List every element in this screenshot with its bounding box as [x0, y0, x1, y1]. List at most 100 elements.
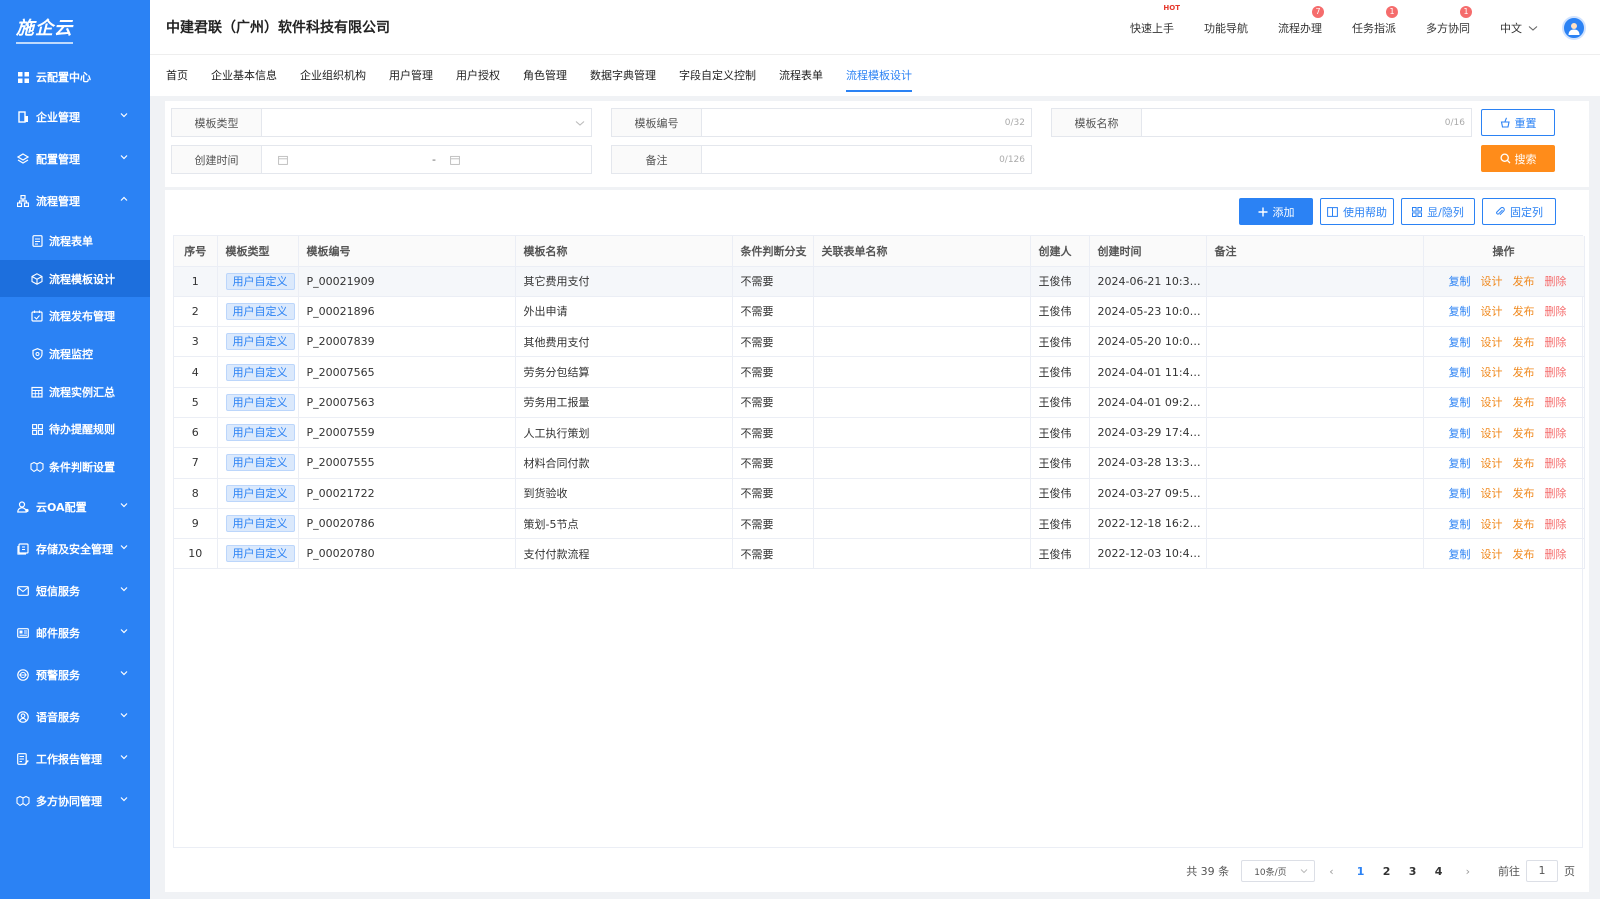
tab-field-control[interactable]: 字段自定义控制: [679, 55, 756, 96]
delete-button[interactable]: 删除: [1545, 455, 1567, 471]
delete-button[interactable]: 删除: [1545, 485, 1567, 501]
delete-button[interactable]: 删除: [1545, 394, 1567, 410]
publish-button[interactable]: 发布: [1513, 364, 1535, 380]
copy-button[interactable]: 复制: [1449, 334, 1471, 350]
publish-button[interactable]: 发布: [1513, 425, 1535, 441]
quick-start-button[interactable]: 快速上手 HOT: [1130, 4, 1180, 36]
design-button[interactable]: 设计: [1481, 334, 1503, 350]
function-nav-button[interactable]: 功能导航: [1204, 20, 1248, 36]
design-button[interactable]: 设计: [1481, 394, 1503, 410]
language-select[interactable]: 中文: [1500, 20, 1538, 36]
page-2-button[interactable]: 2: [1374, 865, 1400, 878]
tab-template-design[interactable]: 流程模板设计: [846, 55, 912, 96]
design-button[interactable]: 设计: [1481, 303, 1503, 319]
copy-button[interactable]: 复制: [1449, 273, 1471, 289]
sidebar-item-config-center[interactable]: 云配置中心: [0, 58, 150, 96]
design-button[interactable]: 设计: [1481, 546, 1503, 562]
page-4-button[interactable]: 4: [1426, 865, 1452, 878]
table-row[interactable]: 4 用户自定义 P_20007565 劳务分包结算 不需要 王俊伟 2024-04-01 1…: [174, 356, 1585, 388]
next-page-icon[interactable]: ›: [1466, 865, 1470, 878]
tab-roles[interactable]: 角色管理: [523, 55, 567, 96]
publish-button[interactable]: 发布: [1513, 485, 1535, 501]
toggle-columns-button[interactable]: 显/隐列: [1401, 198, 1475, 225]
copy-button[interactable]: 复制: [1449, 485, 1471, 501]
delete-button[interactable]: 删除: [1545, 334, 1567, 350]
reset-button[interactable]: 重置: [1481, 109, 1555, 136]
design-button[interactable]: 设计: [1481, 455, 1503, 471]
sidebar-subitem-instances[interactable]: 流程实例汇总: [0, 373, 150, 411]
copy-button[interactable]: 复制: [1449, 364, 1471, 380]
help-button[interactable]: 使用帮助: [1320, 198, 1394, 225]
sidebar-item-storage[interactable]: 存储及安全管理: [0, 528, 150, 570]
delete-button[interactable]: 删除: [1545, 516, 1567, 532]
table-row[interactable]: 5 用户自定义 P_20007563 劳务用工报量 不需要 王俊伟 2024-04-01 0…: [174, 387, 1585, 418]
delete-button[interactable]: 删除: [1545, 364, 1567, 380]
template-name-input[interactable]: 0/16: [1142, 109, 1471, 136]
tab-enterprise-info[interactable]: 企业基本信息: [211, 55, 277, 96]
publish-button[interactable]: 发布: [1513, 516, 1535, 532]
tab-users[interactable]: 用户管理: [389, 55, 433, 96]
sidebar-item-config[interactable]: 配置管理: [0, 138, 150, 180]
add-button[interactable]: 添加: [1239, 198, 1313, 225]
page-1-button[interactable]: 1: [1348, 865, 1374, 878]
copy-button[interactable]: 复制: [1449, 546, 1471, 562]
template-code-input[interactable]: 0/32: [702, 109, 1031, 136]
design-button[interactable]: 设计: [1481, 364, 1503, 380]
sidebar-item-voice[interactable]: 语音服务: [0, 696, 150, 738]
page-size-select[interactable]: 10条/页: [1241, 860, 1316, 882]
copy-button[interactable]: 复制: [1449, 425, 1471, 441]
logo[interactable]: 施企云: [0, 0, 150, 58]
publish-button[interactable]: 发布: [1513, 394, 1535, 410]
tab-dictionary[interactable]: 数据字典管理: [590, 55, 656, 96]
sidebar-subitem-monitor[interactable]: 流程监控: [0, 335, 150, 373]
tab-org[interactable]: 企业组织机构: [300, 55, 366, 96]
sidebar-item-report[interactable]: 工作报告管理: [0, 738, 150, 780]
table-row[interactable]: 1 用户自定义 P_00021909 其它费用支付 不需要 王俊伟 2024-06-21 1…: [174, 266, 1585, 297]
tab-user-auth[interactable]: 用户授权: [456, 55, 500, 96]
table-row[interactable]: 6 用户自定义 P_20007559 人工执行策划 不需要 王俊伟 2024-03-29 1…: [174, 417, 1585, 449]
delete-button[interactable]: 删除: [1545, 303, 1567, 319]
sidebar-subitem-template-design[interactable]: 流程模板设计: [0, 259, 150, 298]
copy-button[interactable]: 复制: [1449, 394, 1471, 410]
copy-button[interactable]: 复制: [1449, 303, 1471, 319]
goto-page-input[interactable]: 1: [1526, 860, 1558, 882]
table-row[interactable]: 7 用户自定义 P_20007555 材料合同付款 不需要 王俊伟 2024-03-28 1…: [174, 447, 1585, 479]
design-button[interactable]: 设计: [1481, 485, 1503, 501]
sidebar-subitem-process-form[interactable]: 流程表单: [0, 222, 150, 260]
sidebar-item-alert[interactable]: 预警服务: [0, 654, 150, 696]
design-button[interactable]: 设计: [1481, 425, 1503, 441]
publish-button[interactable]: 发布: [1513, 303, 1535, 319]
sidebar-subitem-reminder[interactable]: 待办提醒规则: [0, 410, 150, 448]
prev-page-icon[interactable]: ‹: [1329, 865, 1333, 878]
sidebar-item-sms[interactable]: 短信服务: [0, 570, 150, 612]
delete-button[interactable]: 删除: [1545, 273, 1567, 289]
table-row[interactable]: 10 用户自定义 P_00020780 支付付款流程 不需要 王俊伟 2022-12-03 …: [174, 538, 1585, 570]
sidebar-subitem-publish[interactable]: 流程发布管理: [0, 297, 150, 335]
avatar[interactable]: [1562, 15, 1586, 40]
tab-home[interactable]: 首页: [166, 55, 188, 96]
publish-button[interactable]: 发布: [1513, 273, 1535, 289]
sidebar-item-mail[interactable]: 邮件服务: [0, 612, 150, 654]
sidebar-subitem-condition[interactable]: 条件判断设置: [0, 448, 150, 486]
sidebar-item-process[interactable]: 流程管理: [0, 180, 150, 222]
publish-button[interactable]: 发布: [1513, 455, 1535, 471]
table-row[interactable]: 2 用户自定义 P_00021896 外出申请 不需要 王俊伟 2024-05-23 10:…: [174, 296, 1585, 328]
design-button[interactable]: 设计: [1481, 516, 1503, 532]
template-type-select[interactable]: [262, 109, 591, 136]
tab-process-form[interactable]: 流程表单: [779, 55, 823, 96]
task-assign-button[interactable]: 任务指派 1: [1352, 5, 1398, 36]
remark-input[interactable]: 0/126: [702, 146, 1031, 173]
design-button[interactable]: 设计: [1481, 273, 1503, 289]
date-range-picker[interactable]: -: [262, 146, 591, 173]
publish-button[interactable]: 发布: [1513, 334, 1535, 350]
search-button[interactable]: 搜索: [1481, 145, 1555, 172]
delete-button[interactable]: 删除: [1545, 546, 1567, 562]
sidebar-item-enterprise[interactable]: 企业管理: [0, 96, 150, 138]
sidebar-item-multi-collab[interactable]: 多方协同管理: [0, 780, 150, 822]
delete-button[interactable]: 删除: [1545, 425, 1567, 441]
page-3-button[interactable]: 3: [1400, 865, 1426, 878]
fix-columns-button[interactable]: 固定列: [1482, 198, 1556, 225]
publish-button[interactable]: 发布: [1513, 546, 1535, 562]
collab-button[interactable]: 多方协同 1: [1426, 5, 1472, 36]
table-row[interactable]: 9 用户自定义 P_00020786 策划-5节点 不需要 王俊伟 2022-12-18 1…: [174, 508, 1585, 540]
